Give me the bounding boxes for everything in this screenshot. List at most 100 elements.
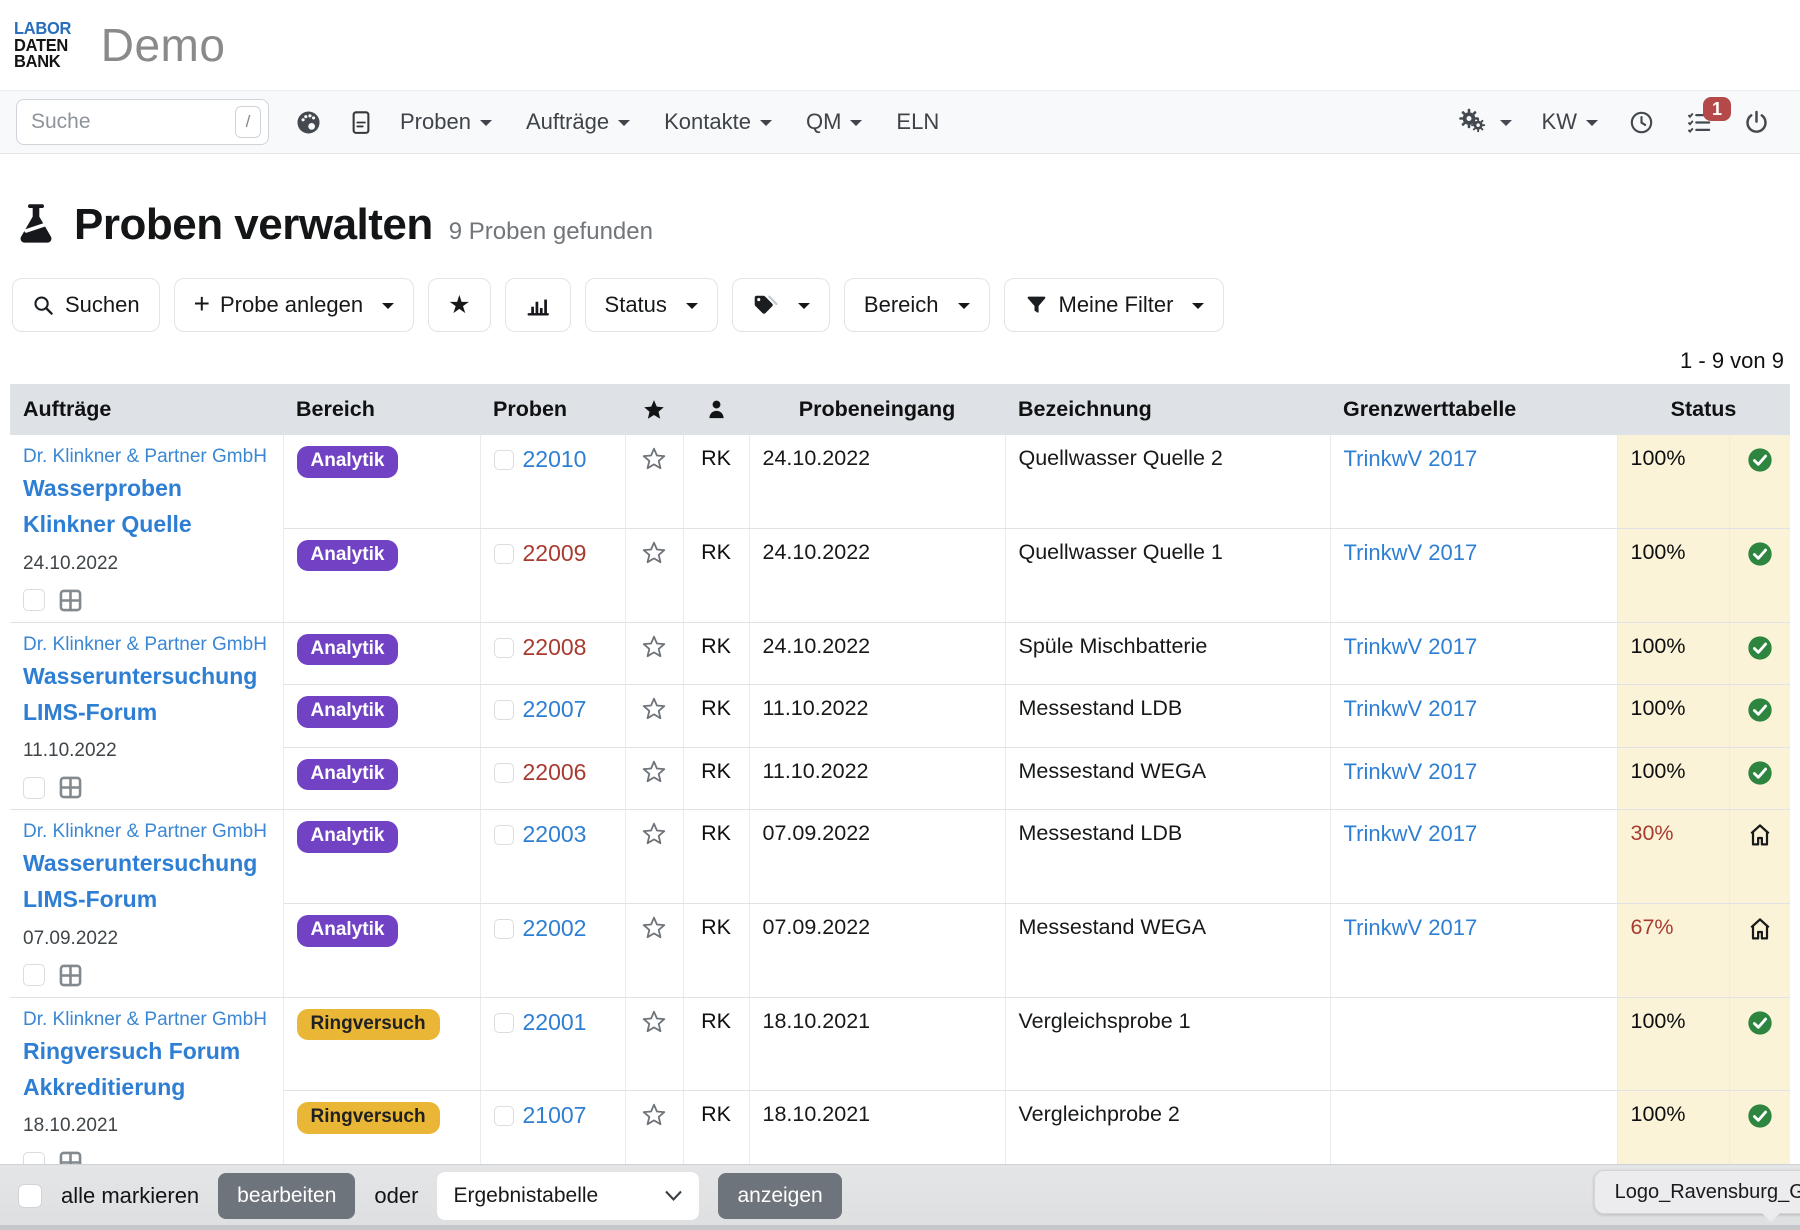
limit-table-link[interactable]: TrinkwV 2017 <box>1344 821 1478 846</box>
limit-table-link[interactable]: TrinkwV 2017 <box>1344 446 1478 471</box>
limit-table-link[interactable]: TrinkwV 2017 <box>1344 759 1478 784</box>
order-company-link[interactable]: Dr. Klinkner & Partner GmbH <box>23 1009 270 1031</box>
favorite-cell[interactable] <box>625 810 683 904</box>
order-title-link[interactable]: Wasserproben <box>23 473 270 504</box>
favorite-star-icon[interactable] <box>641 1009 667 1034</box>
results-grid-icon[interactable] <box>57 587 84 614</box>
sample-checkbox[interactable] <box>494 825 514 845</box>
favorite-cell[interactable] <box>625 747 683 810</box>
palette-icon[interactable] <box>295 109 322 136</box>
sample-id-link[interactable]: 22001 <box>523 1009 587 1035</box>
document-icon[interactable] <box>348 109 374 136</box>
order-company-link[interactable]: Dr. Klinkner & Partner GmbH <box>23 634 270 656</box>
favorite-cell[interactable] <box>625 997 683 1091</box>
favorite-cell[interactable] <box>625 685 683 748</box>
sample-id-link[interactable]: 22009 <box>523 540 587 566</box>
select-all-checkbox[interactable] <box>18 1184 42 1208</box>
order-title-link[interactable]: Klinkner Quelle <box>23 509 270 540</box>
view-select[interactable]: Ergebnistabelle <box>437 1172 699 1220</box>
col-header-auftraege[interactable]: Aufträge <box>10 384 283 435</box>
status-filter-button[interactable]: Status <box>585 278 718 332</box>
favorite-star-icon[interactable] <box>641 634 667 659</box>
favorite-star-icon[interactable] <box>641 821 667 846</box>
sample-checkbox[interactable] <box>494 919 514 939</box>
user-menu[interactable]: KW <box>1542 109 1598 135</box>
notification-badge[interactable]: 1 <box>1703 97 1731 122</box>
order-date: 24.10.2022 <box>23 553 270 575</box>
col-header-status[interactable]: Status <box>1617 384 1790 435</box>
sample-checkbox[interactable] <box>494 544 514 564</box>
limit-table-link[interactable]: TrinkwV 2017 <box>1344 696 1478 721</box>
order-checkbox[interactable] <box>23 964 45 986</box>
limit-table-link[interactable]: TrinkwV 2017 <box>1344 540 1478 565</box>
sample-checkbox[interactable] <box>494 700 514 720</box>
favorite-cell[interactable] <box>625 622 683 685</box>
favorite-cell[interactable] <box>625 528 683 622</box>
sample-checkbox[interactable] <box>494 1013 514 1033</box>
order-company-link[interactable]: Dr. Klinkner & Partner GmbH <box>23 446 270 468</box>
logout-power-icon[interactable] <box>1743 109 1770 136</box>
search-button[interactable]: Suchen <box>12 278 160 332</box>
nav-item-auftraege[interactable]: Aufträge <box>526 109 630 135</box>
order-checkbox[interactable] <box>23 777 45 799</box>
settings-gears-icon[interactable] <box>1457 108 1512 136</box>
col-header-favorite[interactable] <box>625 384 683 435</box>
order-checkbox[interactable] <box>23 589 45 611</box>
sample-id-link[interactable]: 22008 <box>523 634 587 660</box>
chart-button[interactable] <box>505 278 571 332</box>
favorite-star-icon[interactable] <box>641 915 667 940</box>
favorite-star-icon[interactable] <box>641 540 667 565</box>
results-grid-icon[interactable] <box>57 774 84 801</box>
my-filters-button[interactable]: Meine Filter <box>1004 278 1225 332</box>
col-header-grenzwerttabelle[interactable]: Grenzwerttabelle <box>1330 384 1617 435</box>
status-icon-cell <box>1729 903 1790 997</box>
order-title-link[interactable]: Wasseruntersuchung <box>23 848 270 879</box>
sample-checkbox[interactable] <box>494 1106 514 1126</box>
sample-checkbox[interactable] <box>494 450 514 470</box>
favorite-star-icon[interactable] <box>641 1102 667 1127</box>
order-title-link[interactable]: LIMS-Forum <box>23 697 270 728</box>
edit-button[interactable]: bearbeiten <box>218 1173 355 1219</box>
tag-filter-button[interactable] <box>732 278 830 332</box>
order-title-link[interactable]: Ringversuch Forum <box>23 1036 270 1067</box>
col-header-probeneingang[interactable]: Probeneingang <box>749 384 1005 435</box>
favorite-cell[interactable] <box>625 903 683 997</box>
limit-table-link[interactable]: TrinkwV 2017 <box>1344 915 1478 940</box>
col-header-bereich[interactable]: Bereich <box>283 384 480 435</box>
nav-item-proben[interactable]: Proben <box>400 109 492 135</box>
favorite-star-icon[interactable] <box>641 759 667 784</box>
limit-table-link[interactable]: TrinkwV 2017 <box>1344 634 1478 659</box>
sample-id-link[interactable]: 22006 <box>523 759 587 785</box>
favorite-cell[interactable] <box>625 435 683 528</box>
results-grid-icon[interactable] <box>57 962 84 989</box>
nav-item-eln[interactable]: ELN <box>896 109 939 135</box>
sample-checkbox[interactable] <box>494 763 514 783</box>
sample-id-link[interactable]: 22010 <box>523 446 587 472</box>
order-company-link[interactable]: Dr. Klinkner & Partner GmbH <box>23 821 270 843</box>
sample-id-link[interactable]: 22007 <box>523 696 587 722</box>
nav-item-kontakte[interactable]: Kontakte <box>664 109 772 135</box>
sample-id-link[interactable]: 22002 <box>523 915 587 941</box>
order-date: 18.10.2021 <box>23 1115 270 1137</box>
order-title-link[interactable]: Akkreditierung <box>23 1072 270 1103</box>
favorite-star-icon[interactable] <box>641 696 667 721</box>
order-title-link[interactable]: Wasseruntersuchung <box>23 661 270 692</box>
nav-item-qm[interactable]: QM <box>806 109 862 135</box>
col-header-proben[interactable]: Proben <box>480 384 625 435</box>
show-button[interactable]: anzeigen <box>718 1173 841 1219</box>
sample-id-link[interactable]: 22003 <box>523 821 587 847</box>
order-title-link[interactable]: LIMS-Forum <box>23 884 270 915</box>
history-clock-icon[interactable] <box>1628 109 1655 136</box>
create-sample-button[interactable]: + Probe anlegen <box>174 278 414 332</box>
sample-checkbox[interactable] <box>494 638 514 658</box>
task-list-icon[interactable]: 1 <box>1685 109 1713 136</box>
col-header-user[interactable] <box>683 384 749 435</box>
bereich-cell: Analytik <box>283 810 480 904</box>
labordatenbank-logo[interactable]: LABOR DATEN BANK <box>14 20 71 70</box>
sample-id-link[interactable]: 21007 <box>523 1102 587 1128</box>
favorite-star-icon[interactable] <box>641 446 667 471</box>
search-input[interactable] <box>16 99 269 145</box>
bereich-filter-button[interactable]: Bereich <box>844 278 990 332</box>
favorites-button[interactable]: ★ <box>428 278 490 332</box>
col-header-bezeichnung[interactable]: Bezeichnung <box>1005 384 1330 435</box>
